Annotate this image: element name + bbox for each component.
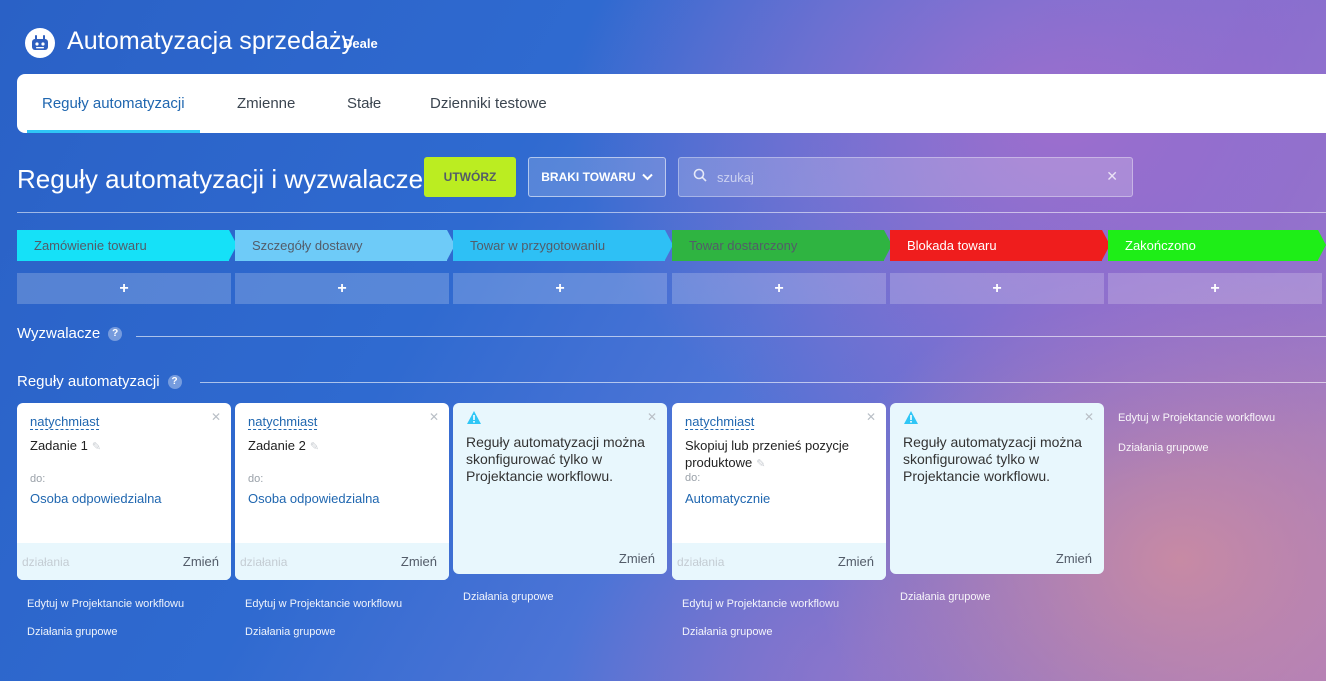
section-divider (200, 382, 1326, 383)
app-subtitle: Deale (343, 36, 378, 51)
robot-icon (25, 28, 55, 58)
warning-message: Reguły automatyzacji można skonfigurować… (466, 434, 645, 484)
pencil-icon[interactable]: ✎ (310, 439, 319, 456)
actions-label: działania (677, 555, 725, 569)
search-icon (693, 168, 707, 187)
change-button[interactable]: Zmień (401, 554, 437, 569)
stage-header: Zakończono (1108, 230, 1326, 261)
stage-header: Towar dostarczony (672, 230, 892, 261)
change-button[interactable]: Zmień (619, 551, 655, 566)
warning-message: Reguły automatyzacji można skonfigurować… (903, 434, 1082, 484)
close-icon[interactable]: ✕ (211, 410, 221, 424)
triggers-section: Wyzwalacze ? (17, 325, 123, 342)
add-trigger-button[interactable]: + (890, 273, 1104, 304)
rule-card[interactable]: ✕ natychmiast Zadanie 1 ✎ do: Osoba odpow… (17, 403, 231, 580)
group-actions-link[interactable]: Działania grupowe (27, 626, 118, 638)
card-footer: działania Zmień (17, 543, 231, 580)
divider (17, 212, 1326, 213)
tab-automation-rules[interactable]: Reguły automatyzacji (27, 74, 200, 133)
rules-heading: Reguły automatyzacji (17, 373, 160, 390)
change-button[interactable]: Zmień (838, 554, 874, 569)
responsible-person[interactable]: Automatycznie (685, 491, 770, 506)
app-title: Automatyzacja sprzedaży (67, 27, 355, 55)
edit-in-designer-link[interactable]: Edytuj w Projektancie workflowu (245, 598, 402, 610)
trigger-condition[interactable]: natychmiast (30, 414, 100, 430)
rule-name: Zadanie 1 ✎ (30, 437, 215, 456)
search-input[interactable] (717, 169, 1087, 185)
chevron-down-icon (642, 170, 653, 184)
responsible-person[interactable]: Osoba odpowiedzialna (30, 491, 162, 506)
create-button[interactable]: UTWÓRZ (424, 157, 516, 197)
rule-name: Zadanie 2 ✎ (248, 437, 433, 456)
warning-icon (903, 410, 919, 430)
add-trigger-button[interactable]: + (672, 273, 886, 304)
group-actions-link[interactable]: Działania grupowe (245, 626, 336, 638)
tab-bar: Reguły automatyzacji Zmienne Stałe Dzien… (17, 74, 1326, 133)
rule-card[interactable]: ✕ natychmiast Zadanie 2 ✎ do: Osoba odpow… (235, 403, 449, 580)
close-icon[interactable]: ✕ (1084, 410, 1094, 424)
tab-constants[interactable]: Stałe (347, 74, 381, 133)
add-trigger-button[interactable]: + (235, 273, 449, 304)
search-box: ✕ (678, 157, 1133, 197)
page-title: Reguły automatyzacji i wyzwalacze (17, 164, 424, 194)
responsible-person[interactable]: Osoba odpowiedzialna (248, 491, 380, 506)
group-actions-link[interactable]: Działania grupowe (463, 591, 554, 603)
pencil-icon[interactable]: ✎ (92, 439, 101, 456)
rules-section: Reguły automatyzacji ? (17, 373, 182, 390)
pipeline-label: BRAKI TOWARU (541, 170, 636, 184)
close-icon[interactable]: ✕ (429, 410, 439, 424)
actions-label: działania (22, 555, 70, 569)
rule-name: Skopiuj lub przenieś pozycje produktowe ✎ (685, 437, 860, 473)
tab-variables[interactable]: Zmienne (237, 74, 295, 133)
to-label: do: (30, 473, 46, 485)
tab-test-logs[interactable]: Dzienniki testowe (430, 74, 547, 133)
edit-in-designer-link[interactable]: Edytuj w Projektancie workflowu (682, 598, 839, 610)
change-button[interactable]: Zmień (1056, 551, 1092, 566)
change-button[interactable]: Zmień (183, 554, 219, 569)
add-trigger-button[interactable]: + (1108, 273, 1322, 304)
stage-header: Szczegóły dostawy (235, 230, 455, 261)
stage-header: Blokada towaru (890, 230, 1110, 261)
help-icon[interactable]: ? (167, 374, 182, 389)
pencil-icon[interactable]: ✎ (756, 456, 765, 473)
actions-label: działania (240, 555, 288, 569)
edit-in-designer-link[interactable]: Edytuj w Projektancie workflowu (1118, 412, 1275, 424)
warning-icon (466, 410, 482, 430)
to-label: do: (685, 472, 701, 484)
to-label: do: (248, 473, 264, 485)
warning-card: ✕ Reguły automatyzacji można skonfigurow… (453, 403, 667, 574)
close-icon[interactable]: ✕ (866, 410, 876, 424)
group-actions-link[interactable]: Działania grupowe (1118, 442, 1209, 454)
close-icon[interactable]: ✕ (647, 410, 657, 424)
warning-card: ✕ Reguły automatyzacji można skonfigurow… (890, 403, 1104, 574)
add-trigger-button[interactable]: + (453, 273, 667, 304)
section-divider (136, 336, 1326, 337)
triggers-heading: Wyzwalacze (17, 325, 101, 342)
card-footer: działania Zmień (672, 543, 886, 580)
help-icon[interactable]: ? (108, 326, 123, 341)
pipeline-dropdown[interactable]: BRAKI TOWARU (528, 157, 666, 197)
group-actions-link[interactable]: Działania grupowe (682, 626, 773, 638)
card-footer: działania Zmień (235, 543, 449, 580)
group-actions-link[interactable]: Działania grupowe (900, 591, 991, 603)
stage-header: Zamówienie towaru (17, 230, 237, 261)
add-trigger-button[interactable]: + (17, 273, 231, 304)
stage-header: Towar w przygotowaniu (453, 230, 673, 261)
close-icon[interactable]: ✕ (1106, 168, 1118, 185)
trigger-condition[interactable]: natychmiast (248, 414, 318, 430)
rule-card[interactable]: ✕ natychmiast Skopiuj lub przenieś pozyc… (672, 403, 886, 580)
trigger-condition[interactable]: natychmiast (685, 414, 755, 430)
edit-in-designer-link[interactable]: Edytuj w Projektancie workflowu (27, 598, 184, 610)
